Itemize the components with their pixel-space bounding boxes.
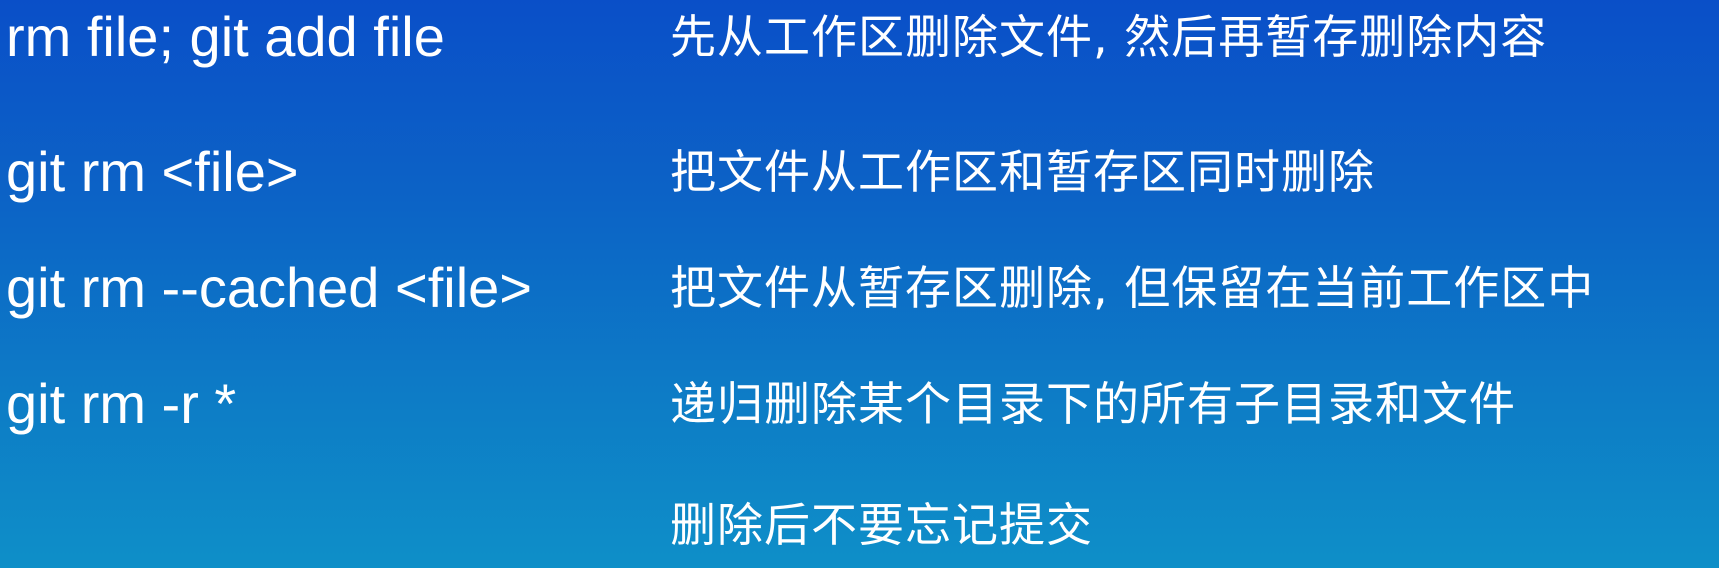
command-description: 先从工作区删除文件, 然后再暂存删除内容: [670, 10, 1548, 64]
command-description: 把文件从工作区和暂存区同时删除: [670, 145, 1375, 199]
command-row-git-rm-cached: git rm --cached <file> 把文件从暂存区删除, 但保留在当前…: [0, 248, 1719, 328]
reminder-row: 删除后不要忘记提交: [0, 485, 1719, 565]
command-text: git rm --cached <file>: [6, 256, 532, 319]
command-description: 递归删除某个目录下的所有子目录和文件: [670, 377, 1516, 431]
reminder-text: 删除后不要忘记提交: [670, 498, 1093, 552]
command-row-git-rm: git rm <file> 把文件从工作区和暂存区同时删除: [0, 132, 1719, 212]
command-row-rm-then-add: rm file; git add file 先从工作区删除文件, 然后再暂存删除…: [0, 0, 1719, 77]
command-text: git rm -r *: [6, 372, 237, 435]
command-description: 把文件从暂存区删除, 但保留在当前工作区中: [670, 261, 1595, 315]
command-text: rm file; git add file: [6, 5, 445, 68]
command-row-git-rm-recursive: git rm -r * 递归删除某个目录下的所有子目录和文件: [0, 364, 1719, 444]
command-text: git rm <file>: [6, 140, 299, 203]
slide: rm file; git add file 先从工作区删除文件, 然后再暂存删除…: [0, 0, 1719, 568]
